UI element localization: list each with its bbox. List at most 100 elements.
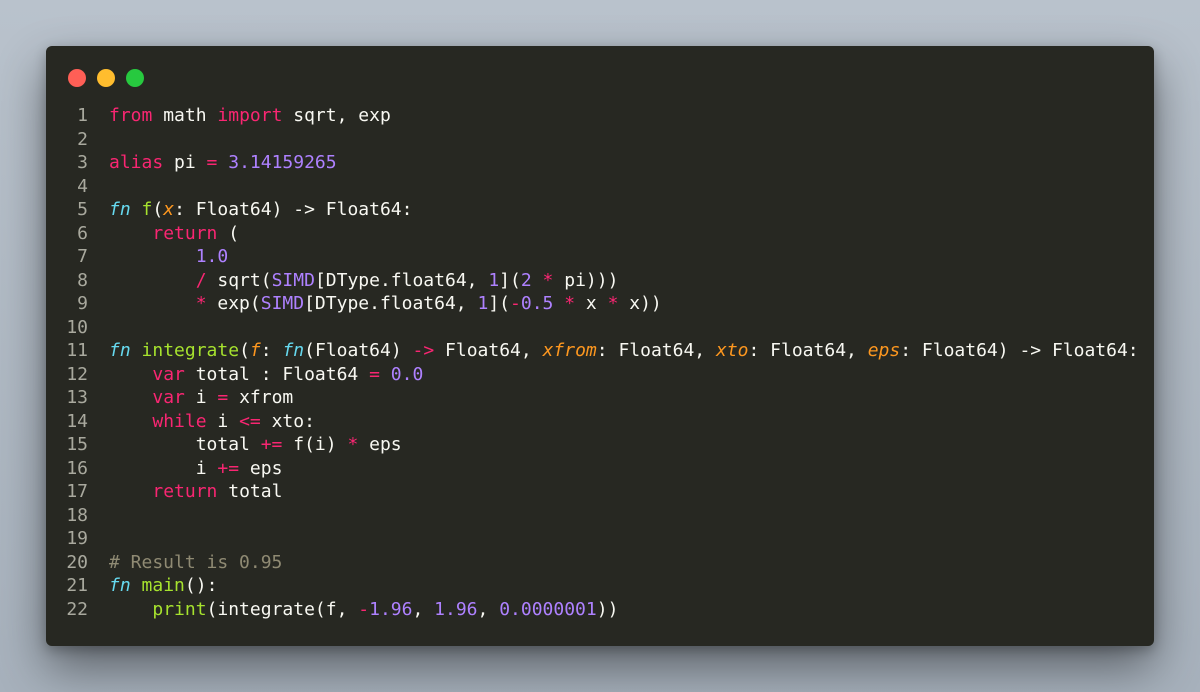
code-token-plain: , — [412, 598, 435, 620]
code-line[interactable]: 13 var i = xfrom — [46, 386, 1154, 410]
code-line[interactable]: 5 fn f(x: Float64) -> Float64: — [46, 198, 1154, 222]
close-dot[interactable] — [68, 69, 86, 87]
code-token-param: f — [249, 340, 261, 361]
line-number: 19 — [66, 528, 88, 549]
code-line[interactable]: 21 fn main(): — [46, 574, 1154, 598]
code-token-number: 1 — [488, 269, 500, 291]
code-text: fn main(): — [109, 574, 217, 598]
code-token-keyword: * — [347, 434, 359, 455]
code-token-plain: ( — [152, 199, 164, 220]
code-token-plain: : Float64, — [596, 340, 716, 361]
code-token-plain: sqrt, exp — [282, 105, 391, 126]
code-line[interactable]: 15 total += f(i) * eps — [46, 433, 1154, 457]
maximize-dot[interactable] — [126, 69, 144, 87]
code-token-plain: eps — [358, 434, 402, 455]
code-token-number: 0.5 — [520, 293, 554, 314]
code-token-plain: (Float64) — [304, 340, 413, 361]
code-token-plain: exp( — [206, 293, 261, 314]
code-text: # Result is 0.95 — [109, 551, 282, 575]
code-token-plain: x — [575, 293, 608, 314]
code-token-plain: ( — [239, 340, 250, 361]
code-line[interactable]: 12 var total : Float64 = 0.0 — [46, 363, 1154, 387]
code-line[interactable]: 14 while i <= xto: — [46, 410, 1154, 434]
code-editor[interactable]: 1 from math import sqrt, exp 2 3 alias pi = … — [46, 104, 1154, 621]
code-token-plain: [DType.float64, — [314, 269, 489, 291]
code-line[interactable]: 8 / sqrt(SIMD[DType.float64, 1](2 * pi))… — [46, 269, 1154, 293]
code-text: while i <= xto: — [109, 410, 315, 434]
code-token-plain: math — [152, 105, 218, 126]
code-token-plain: Float64, — [434, 340, 543, 361]
code-token-func: print — [152, 598, 207, 620]
code-line[interactable]: 19 — [46, 527, 1154, 551]
code-token-plain: total : Float64 — [184, 363, 370, 385]
code-line[interactable]: 20 # Result is 0.95 — [46, 551, 1154, 575]
code-line[interactable]: 4 — [46, 175, 1154, 199]
code-text: alias pi = 3.14159265 — [109, 151, 337, 175]
code-token-plain: total — [109, 434, 261, 455]
minimize-dot[interactable] — [97, 69, 115, 87]
code-token-storage: fn — [109, 575, 131, 596]
code-token-storage: fn — [109, 340, 131, 361]
code-line[interactable]: 18 — [46, 504, 1154, 528]
code-token-keyword: = — [217, 387, 229, 408]
code-token-keyword: -> — [412, 340, 435, 361]
code-token-keyword: * — [542, 269, 554, 291]
code-text: * exp(SIMD[DType.float64, 1](-0.5 * x * … — [109, 292, 662, 316]
code-token-keyword: from — [109, 105, 153, 126]
code-token-plain: , — [477, 598, 500, 620]
code-token-param: xto — [715, 340, 749, 361]
code-token-keyword: += — [260, 434, 283, 455]
code-token-plain: f(i) — [282, 434, 348, 455]
code-text: return total — [109, 480, 282, 504]
code-line[interactable]: 17 return total — [46, 480, 1154, 504]
code-line[interactable]: 9 * exp(SIMD[DType.float64, 1](-0.5 * x … — [46, 292, 1154, 316]
code-text: i += eps — [109, 457, 283, 481]
line-number: 8 — [77, 269, 88, 291]
code-token-number: 1.96 — [369, 598, 413, 620]
code-line[interactable]: 6 return ( — [46, 222, 1154, 246]
code-token-plain: ]( — [488, 293, 511, 314]
code-text: print(integrate(f, -1.96, 1.96, 0.000000… — [109, 598, 618, 622]
line-number: 20 — [66, 551, 88, 573]
code-text: from math import sqrt, exp — [109, 104, 391, 128]
code-window: 1 from math import sqrt, exp 2 3 alias pi = … — [46, 46, 1154, 646]
code-token-keyword: * — [607, 293, 619, 314]
code-token-plain: (integrate(f, — [206, 598, 359, 620]
line-number: 16 — [66, 457, 88, 479]
code-line[interactable]: 1 from math import sqrt, exp — [46, 104, 1154, 128]
code-token-plain: i — [184, 387, 218, 408]
line-number: 9 — [77, 293, 88, 314]
code-token-plain: xto: — [260, 410, 315, 432]
code-line[interactable]: 2 — [46, 128, 1154, 152]
code-line[interactable]: 16 i += eps — [46, 457, 1154, 481]
code-token-number: 1.96 — [434, 598, 478, 620]
code-line[interactable]: 10 — [46, 316, 1154, 340]
code-token-plain: [DType.float64, — [304, 293, 478, 314]
line-number: 15 — [66, 434, 88, 455]
code-line[interactable]: 22 print(integrate(f, -1.96, 1.96, 0.000… — [46, 598, 1154, 622]
line-number: 4 — [77, 175, 88, 197]
line-number: 11 — [66, 340, 88, 361]
code-token-number: 1.0 — [195, 246, 229, 267]
code-token-plain: total — [217, 481, 283, 502]
code-token-plain: : Float64, — [748, 340, 868, 361]
code-token-param: xfrom — [542, 340, 597, 361]
code-line[interactable]: 3 alias pi = 3.14159265 — [46, 151, 1154, 175]
code-token-plain: )) — [596, 598, 619, 620]
code-token-keyword: = — [206, 152, 218, 173]
code-token-plain: pi))) — [553, 269, 619, 291]
code-line[interactable]: 7 1.0 — [46, 245, 1154, 269]
code-line[interactable]: 11 fn integrate(f: fn(Float64) -> Float64… — [46, 339, 1154, 363]
